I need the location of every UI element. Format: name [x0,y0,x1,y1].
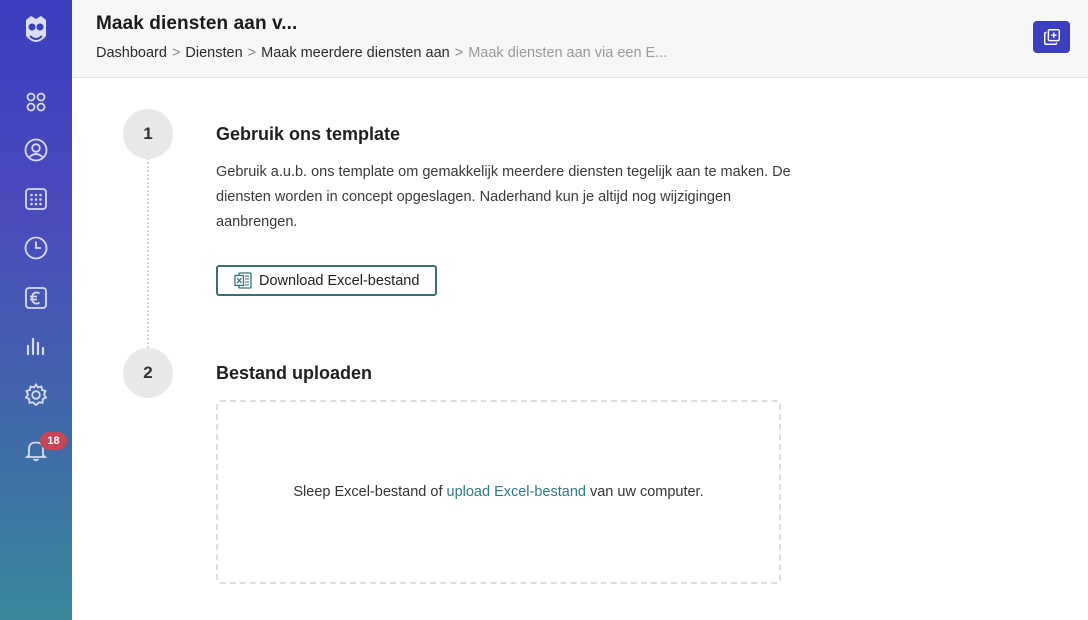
download-excel-button[interactable]: Download Excel-bestand [216,265,437,296]
page-title: Maak diensten aan v... [96,13,298,34]
breadcrumb-separator: > [454,45,464,61]
step-connector-line [147,158,149,348]
step-1-description: Gebruik a.u.b. ons template om gemakkeli… [216,164,791,230]
bar-chart-icon[interactable] [22,332,50,360]
breadcrumb-separator: > [171,45,181,61]
owl-logo-icon[interactable] [22,14,50,50]
dropzone-prefix-text: Sleep Excel-bestand of [293,484,443,500]
breadcrumb-diensten[interactable]: Diensten [185,45,242,61]
step-1-number: 1 [123,109,173,159]
user-circle-icon[interactable] [22,136,50,164]
copy-add-icon [1043,29,1060,45]
calendar-grid-icon[interactable] [22,185,50,213]
step-1-title: Gebruik ons template [216,124,401,144]
clock-icon[interactable] [22,234,50,262]
notification-badge: 18 [40,432,67,450]
file-dropzone[interactable]: Sleep Excel-bestand of upload Excel-best… [216,400,781,584]
apps-icon[interactable] [22,88,50,116]
euro-icon[interactable] [22,284,50,312]
sidebar: 18 [0,0,72,620]
download-excel-label: Download Excel-bestand [259,272,420,289]
gear-icon[interactable] [22,381,50,409]
breadcrumb-dashboard[interactable]: Dashboard [96,45,167,61]
breadcrumb-separator: > [247,45,257,61]
upload-excel-link[interactable]: upload Excel-bestand [447,484,586,500]
step-2-number: 2 [123,348,173,398]
page-header: Maak diensten aan v... Dashboard > Diens… [72,0,1088,78]
breadcrumb-meerdere-diensten[interactable]: Maak meerdere diensten aan [261,45,450,61]
excel-file-icon [234,272,252,289]
breadcrumb-current: Maak diensten aan via een E... [468,45,668,61]
step-2-title: Bestand uploaden [216,363,373,383]
dropzone-suffix-text: van uw computer. [589,484,704,500]
copy-add-button[interactable] [1033,21,1070,53]
breadcrumb: Dashboard > Diensten > Maak meerdere die… [96,45,667,61]
